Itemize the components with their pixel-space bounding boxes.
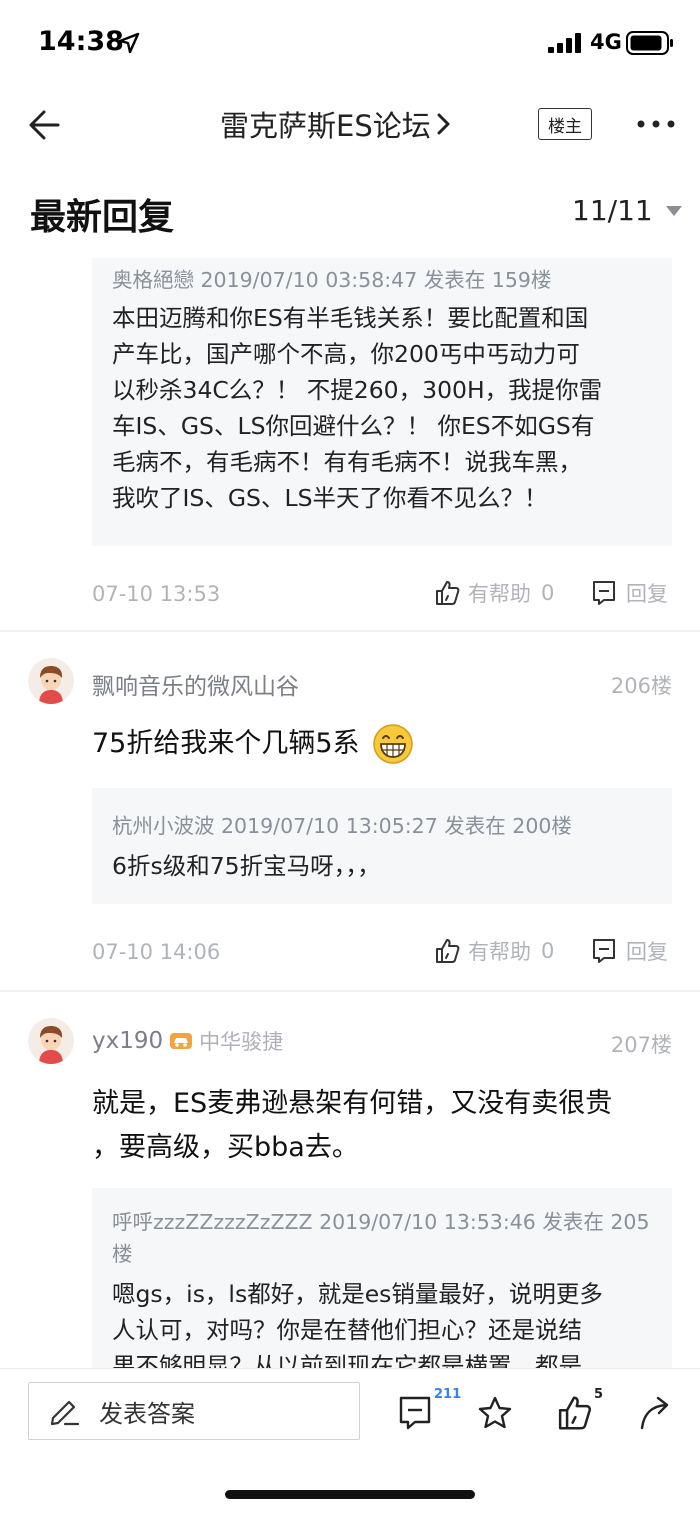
more-options-icon[interactable] bbox=[636, 110, 676, 138]
quote-meta: 呼呼zzzZZzzzZzZZZ 2019/07/10 13:53:46 发表在 … bbox=[112, 1206, 652, 1270]
car-model: 中华骏捷 bbox=[199, 1030, 284, 1054]
quote-line: 本田迈腾和你ES有半毛钱关系！要比配置和国 bbox=[112, 304, 589, 332]
location-arrow-icon bbox=[118, 32, 140, 54]
helpful-button[interactable]: 有帮助 0 bbox=[434, 578, 554, 608]
quote-line: 我吹了IS、GS、LS半天了你看不见么？！ bbox=[112, 484, 548, 512]
username[interactable]: 飘响音乐的微风山谷 bbox=[92, 667, 299, 701]
comment-icon[interactable] bbox=[398, 1395, 432, 1431]
post-text-line: ，要高级，买bba去。 bbox=[92, 1132, 359, 1163]
helpful-count: 0 bbox=[541, 939, 555, 963]
post-footer: 07-10 13:53 有帮助 0 回复 bbox=[92, 578, 672, 612]
reply-button[interactable]: 回复 bbox=[592, 936, 668, 966]
quote-line: 人认可，对吗？你是在替他们担心？还是说结 bbox=[112, 1316, 582, 1344]
quote-line: 以秒杀34C么？！ 不提260，300H，我提你雷 bbox=[112, 376, 603, 404]
reply-label: 回复 bbox=[626, 940, 668, 964]
thumbs-up-icon[interactable] bbox=[556, 1395, 592, 1431]
quote-line: 6折s级和75折宝马呀，，， bbox=[112, 852, 381, 880]
comment-icon bbox=[593, 939, 615, 963]
nav-bar: 雷克萨斯ES论坛 楼主 bbox=[0, 88, 700, 160]
pencil-icon bbox=[50, 1400, 80, 1426]
helpful-label: 有帮助 bbox=[468, 940, 531, 964]
back-arrow-icon[interactable] bbox=[26, 106, 66, 144]
quote-line: 嗯gs，is，ls都好，就是es销量最好，说明更多 bbox=[112, 1280, 603, 1308]
avatar-image bbox=[28, 658, 74, 704]
post-text: 75折给我来个几辆5系 bbox=[92, 728, 360, 759]
forum-title: 雷克萨斯ES论坛 bbox=[220, 109, 431, 143]
quote-body: 本田迈腾和你ES有半毛钱关系！要比配置和国 产车比，国产哪个不高，你200丐中丐… bbox=[112, 300, 652, 516]
thumbs-up-icon bbox=[436, 581, 460, 605]
status-bar: 14:38 4G bbox=[0, 0, 700, 88]
share-arrow-icon[interactable] bbox=[638, 1395, 674, 1431]
bottom-action-bar: 发表答案 211 5 bbox=[0, 1368, 700, 1515]
post-content: 就是，ES麦弗逊悬架有何错，又没有卖很贵 ，要高级，买bba去。 bbox=[92, 1082, 612, 1170]
forum-title-link[interactable]: 雷克萨斯ES论坛 bbox=[220, 104, 451, 144]
reply-button[interactable]: 回复 bbox=[592, 578, 668, 608]
post-date: 07-10 14:06 bbox=[92, 940, 221, 964]
home-indicator[interactable] bbox=[225, 1490, 475, 1499]
quote-meta: 奥格絕戀 2019/07/10 03:58:47 发表在 159楼 bbox=[112, 268, 552, 292]
floor-number: 206楼 bbox=[610, 674, 672, 698]
chevron-right-icon bbox=[437, 113, 450, 135]
page-number: 11/11 bbox=[572, 194, 653, 227]
quote-line: 车IS、GS、LS你回避什么？！ 你ES不如GS有 bbox=[112, 412, 595, 440]
quote-line: 毛病不，有毛病不！有有毛病不！说我车黑， bbox=[112, 448, 582, 476]
helpful-count: 0 bbox=[541, 581, 555, 605]
quoted-reply: 奥格絕戀 2019/07/10 03:58:47 发表在 159楼 本田迈腾和你… bbox=[92, 258, 672, 546]
star-icon[interactable] bbox=[477, 1395, 513, 1431]
car-owner-badge-icon bbox=[170, 1033, 193, 1049]
section-title: 最新回复 bbox=[30, 197, 175, 238]
post-text-line: 就是，ES麦弗逊悬架有何错，又没有卖很贵 bbox=[92, 1088, 613, 1119]
battery-icon bbox=[626, 31, 673, 55]
signal-icon bbox=[548, 33, 581, 53]
avatar-image bbox=[28, 1018, 74, 1064]
reply-label: 回复 bbox=[626, 582, 668, 606]
post-content: 75折给我来个几辆5系 bbox=[92, 722, 414, 766]
helpful-label: 有帮助 bbox=[468, 582, 531, 606]
divider bbox=[0, 630, 700, 632]
comment-count: 211 bbox=[434, 1387, 462, 1402]
compose-label: 发表答案 bbox=[99, 1399, 195, 1428]
divider bbox=[0, 990, 700, 992]
quoted-reply: 呼呼zzzZZzzzZzZZZ 2019/07/10 13:53:46 发表在 … bbox=[92, 1188, 672, 1380]
quote-meta-line: 呼呼zzzZZzzzZzZZZ 2019/07/10 13:53:46 发表在 … bbox=[112, 1210, 650, 1234]
quote-meta: 杭州小波波 2019/07/10 13:05:27 发表在 200楼 bbox=[112, 814, 572, 838]
compose-answer-input[interactable]: 发表答案 bbox=[28, 1382, 360, 1440]
quote-line: 产车比，国产哪个不高，你200丐中丐动力可 bbox=[112, 340, 580, 368]
username-row: yx190 中华骏捷 bbox=[92, 1026, 283, 1056]
quote-meta-line: 楼 bbox=[112, 1242, 133, 1266]
quoted-reply: 杭州小波波 2019/07/10 13:05:27 发表在 200楼 6折s级和… bbox=[92, 788, 672, 904]
dropdown-triangle-icon bbox=[665, 205, 682, 216]
owner-only-button[interactable]: 楼主 bbox=[538, 108, 592, 140]
username[interactable]: yx190 bbox=[92, 1028, 163, 1054]
thumbs-up-icon bbox=[436, 939, 460, 963]
avatar[interactable] bbox=[28, 1018, 74, 1064]
grin-emoji-icon bbox=[372, 724, 413, 764]
post-footer: 07-10 14:06 有帮助 0 回复 bbox=[92, 936, 672, 970]
status-time: 14:38 bbox=[38, 26, 124, 57]
avatar[interactable] bbox=[28, 658, 74, 704]
comment-icon bbox=[593, 581, 615, 605]
page-selector[interactable]: 11/11 bbox=[572, 194, 683, 227]
like-count: 5 bbox=[594, 1387, 604, 1402]
quote-body: 6折s级和75折宝马呀，，， bbox=[112, 848, 652, 884]
floor-number: 207楼 bbox=[610, 1033, 672, 1057]
network-type: 4G bbox=[590, 30, 622, 54]
post-date: 07-10 13:53 bbox=[92, 582, 221, 606]
helpful-button[interactable]: 有帮助 0 bbox=[434, 936, 554, 966]
